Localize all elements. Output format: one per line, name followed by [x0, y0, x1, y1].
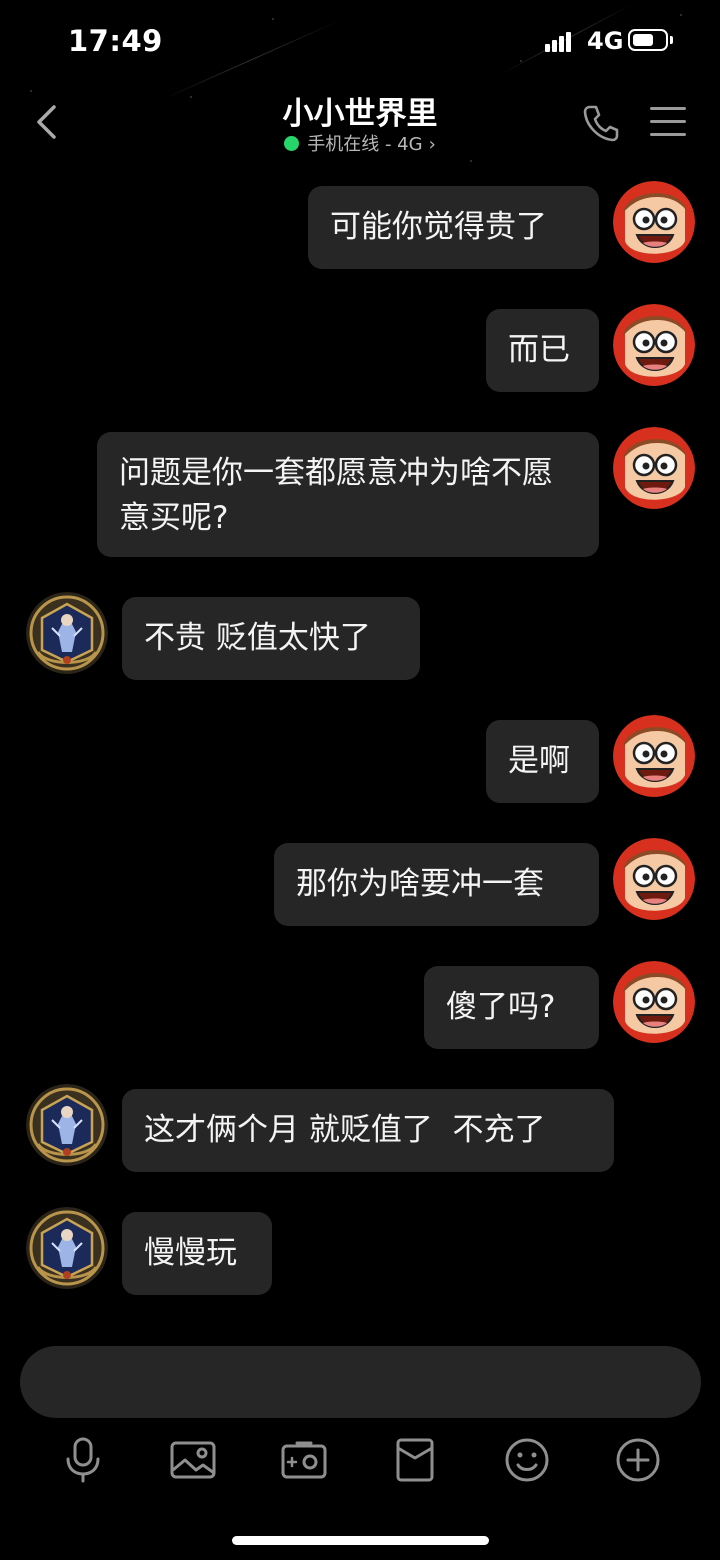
my-avatar[interactable] — [613, 838, 695, 920]
phone-icon — [583, 105, 619, 142]
my-avatar[interactable] — [613, 427, 695, 509]
battery-icon — [628, 29, 668, 51]
message-bubble[interactable]: 这才俩个月 就贬值了 不充了 — [122, 1089, 614, 1172]
message-bubble[interactable]: 那你为啥要冲一套 — [274, 843, 599, 926]
cartoon-face-icon — [613, 427, 695, 509]
contact-status-text: 手机在线 - 4G — [307, 134, 423, 155]
emoji-icon — [505, 1438, 549, 1482]
my-avatar[interactable] — [613, 961, 695, 1043]
cartoon-face-icon — [613, 715, 695, 797]
game-character-icon — [26, 1084, 108, 1166]
message-bubble[interactable]: 是啊 — [486, 720, 599, 803]
message-bubble[interactable]: 慢慢玩 — [122, 1212, 272, 1295]
online-dot — [284, 136, 300, 151]
my-avatar[interactable] — [613, 304, 695, 386]
cartoon-face-icon — [613, 181, 695, 263]
plus-icon — [616, 1438, 660, 1482]
photo-button[interactable] — [165, 1430, 221, 1490]
call-button[interactable] — [580, 102, 622, 144]
chat-header: 小小世界里 手机在线 - 4G › — [0, 80, 720, 170]
chevron-right-icon: › — [428, 134, 436, 155]
contact-avatar[interactable] — [26, 1084, 108, 1166]
network-label: 4G — [587, 27, 624, 55]
game-character-icon — [26, 1207, 108, 1289]
status-bar: 17:49 4G — [0, 0, 720, 80]
red-packet-button[interactable] — [387, 1430, 443, 1490]
home-indicator[interactable] — [232, 1536, 489, 1545]
cartoon-face-icon — [613, 304, 695, 386]
image-icon — [170, 1441, 216, 1479]
menu-line — [650, 133, 686, 136]
message-bubble[interactable]: 傻了吗? — [424, 966, 599, 1049]
red-packet-icon — [396, 1438, 434, 1482]
message-bubble[interactable]: 可能你觉得贵了 — [308, 186, 599, 269]
battery-cap — [670, 36, 673, 44]
menu-line — [650, 120, 686, 123]
emoji-button[interactable] — [499, 1430, 555, 1490]
contact-avatar[interactable] — [26, 592, 108, 674]
my-avatar[interactable] — [613, 181, 695, 263]
cartoon-face-icon — [613, 961, 695, 1043]
status-time: 17:49 — [68, 24, 163, 58]
my-avatar[interactable] — [613, 715, 695, 797]
input-toolbar — [0, 1430, 720, 1490]
contact-avatar[interactable] — [26, 1207, 108, 1289]
menu-line — [650, 107, 686, 110]
game-character-icon — [26, 592, 108, 674]
menu-button[interactable] — [648, 104, 688, 140]
voice-button[interactable] — [55, 1430, 111, 1490]
message-bubble[interactable]: 问题是你一套都愿意冲为啥不愿意买呢? — [97, 432, 599, 557]
message-bubble[interactable]: 不贵 贬值太快了 — [122, 597, 420, 680]
camera-icon — [281, 1441, 327, 1479]
message-bubble[interactable]: 而已 — [486, 309, 599, 392]
more-button[interactable] — [610, 1430, 666, 1490]
camera-button[interactable] — [276, 1430, 332, 1490]
microphone-icon — [66, 1437, 100, 1483]
signal-icon — [545, 30, 577, 52]
cartoon-face-icon — [613, 838, 695, 920]
message-input[interactable] — [20, 1346, 701, 1418]
